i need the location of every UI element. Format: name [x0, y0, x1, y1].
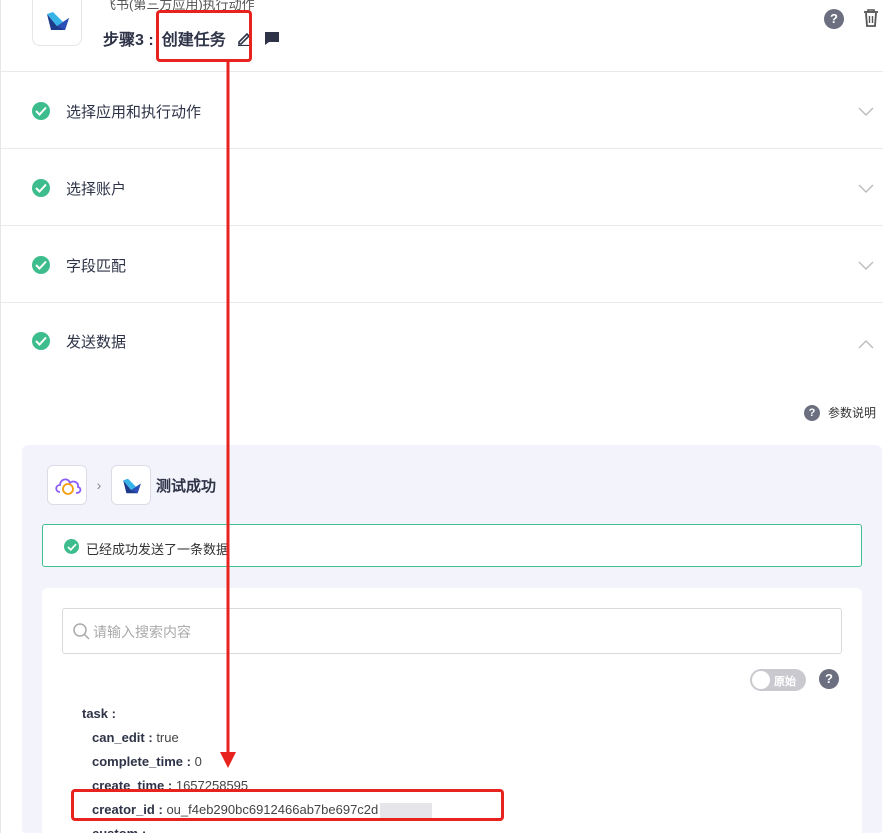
annotation-arrow — [220, 62, 236, 768]
step-card: 飞书(第三方应用)执行动作 步骤3 : 创建任务 ? 选择应用和执行动作 选择账… — [0, 0, 883, 833]
